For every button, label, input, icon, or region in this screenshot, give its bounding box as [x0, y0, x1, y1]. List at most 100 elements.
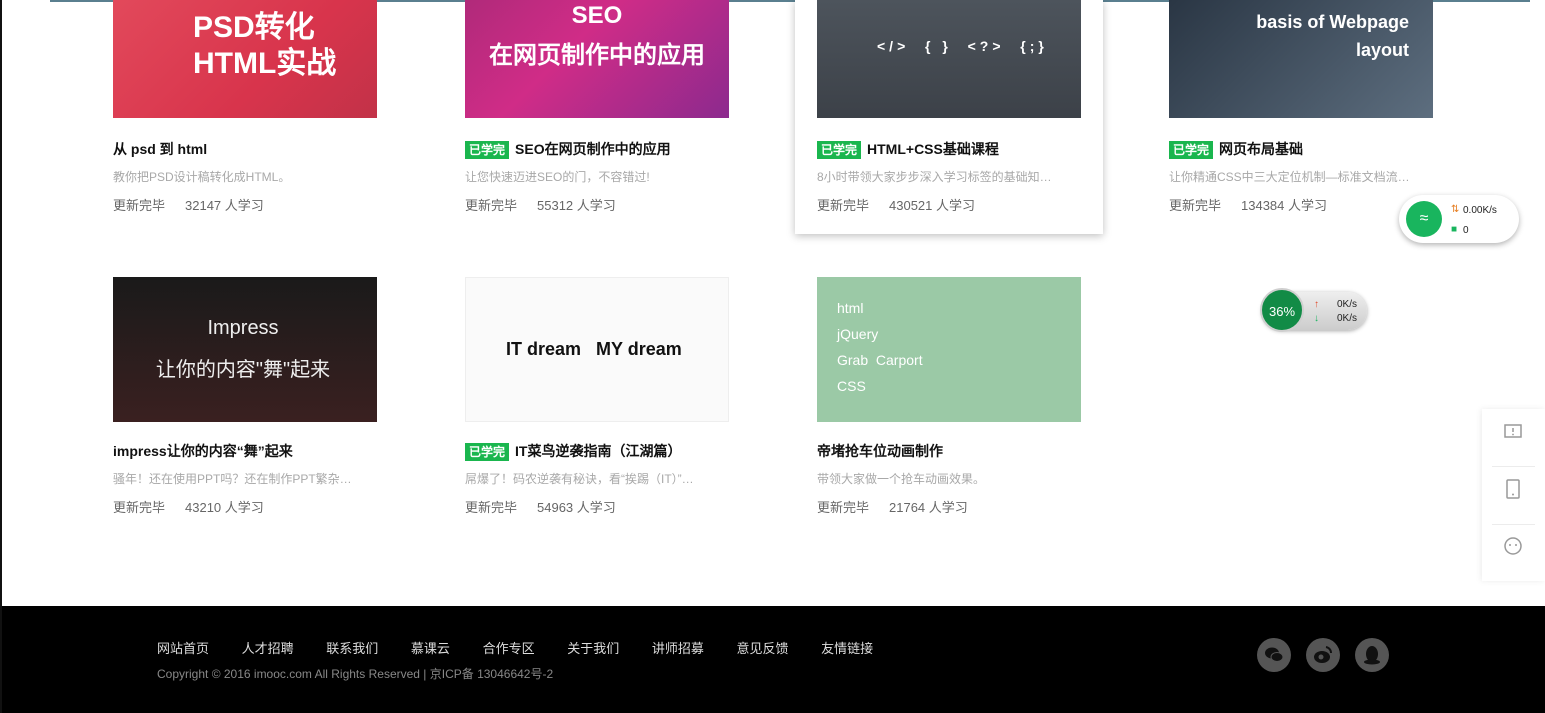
course-title[interactable]: 从 psd 到 html — [113, 140, 377, 158]
course-description: 教你把PSD设计稿转化成HTML。 — [113, 170, 291, 184]
course-title-text[interactable]: SEO在网页制作中的应用 — [515, 141, 671, 157]
course-status: 更新完毕 — [465, 198, 518, 213]
course-learners: 43210 人学习 — [185, 500, 264, 515]
course-status: 更新完毕 — [817, 500, 870, 515]
footer-link-instructors[interactable]: 讲师招募 — [652, 641, 704, 656]
course-thumbnail[interactable]: PSD转化 HTML实战 — [113, 0, 377, 118]
course-meta: 更新完毕 430521 人学习 — [817, 195, 1081, 214]
speed-monitor-widget[interactable]: 36% ↑ 0K/s ↓ 0K/s — [1260, 288, 1367, 332]
footer-links: 网站首页 人才招聘 联系我们 慕课云 合作专区 关于我们 讲师招募 意见反馈 友… — [157, 638, 902, 657]
course-learners: 21764 人学习 — [889, 500, 968, 515]
course-description: 屌爆了！码农逆袭有秘诀，看“挨踢（IT）”… — [465, 472, 694, 486]
course-meta: 更新完毕 55312 人学习 — [465, 195, 729, 214]
course-description: 让您快速迈进SEO的门，不容错过! — [465, 170, 650, 184]
course-status: 更新完毕 — [113, 198, 166, 213]
toolbar-divider — [1492, 524, 1535, 525]
course-description: 骚年！还在使用PPT吗？还在制作PPT繁杂… — [113, 472, 352, 486]
network-count: 0 — [1463, 225, 1469, 236]
page-footer: 网站首页 人才招聘 联系我们 慕课云 合作专区 关于我们 讲师招募 意见反馈 友… — [2, 606, 1545, 713]
course-thumbnail[interactable]: html jQuery Grab Carport CSS — [817, 277, 1081, 422]
footer-link-contact[interactable]: 联系我们 — [326, 641, 378, 656]
thumbnail-text: SEO 在网页制作中的应用 — [489, 2, 705, 69]
completed-badge: 已学完 — [465, 141, 510, 159]
course-meta: 更新完毕 54963 人学习 — [465, 497, 729, 516]
course-thumbnail[interactable]: IT dream MY dream MY DREAM — [465, 277, 729, 422]
footer-link-home[interactable]: 网站首页 — [157, 641, 209, 656]
footer-link-cloud[interactable]: 慕课云 — [411, 641, 450, 656]
course-learners: 430521 人学习 — [889, 198, 976, 213]
course-card[interactable]: basis of Webpage layout 已学完 网页布局基础 让你精通CS… — [1169, 0, 1433, 214]
copyright-text: Copyright © 2016 imooc.com All Rights Re… — [157, 667, 554, 681]
download-speed: 0K/s — [1337, 313, 1358, 324]
course-card[interactable]: PSD转化 HTML实战 从 psd 到 html 教你把PSD设计稿转化成HT… — [113, 0, 377, 214]
course-learners: 54963 人学习 — [537, 500, 616, 515]
course-thumbnail[interactable]: Impress 让你的内容"舞"起来 — [113, 277, 377, 422]
course-status: 更新完毕 — [817, 198, 870, 213]
weibo-icon[interactable] — [1306, 638, 1340, 672]
mobile-icon[interactable] — [1498, 479, 1528, 509]
course-title[interactable]: impress让你的内容“舞”起来 — [113, 442, 377, 460]
course-card[interactable]: IT dream MY dream MY DREAM 已学完 IT菜鸟逆袭指南（江… — [465, 277, 729, 516]
thumbnail-text: basis of Webpage layout — [1256, 12, 1409, 60]
wifi-icon: ≈ — [1406, 201, 1442, 237]
course-card[interactable]: html jQuery Grab Carport CSS 帝堵抢车位动画制作 带… — [817, 277, 1081, 516]
course-card[interactable]: SEO 在网页制作中的应用 已学完 SEO在网页制作中的应用 让您快速迈进SEO的… — [465, 0, 729, 214]
thumbnail-text: html jQuery Grab Carport CSS — [837, 300, 923, 394]
upload-arrow-icon: ↑ — [1314, 299, 1319, 310]
course-meta: 更新完毕 43210 人学习 — [113, 497, 377, 516]
course-meta: 更新完毕 21764 人学习 — [817, 497, 1081, 516]
thumbnail-text: IT dream MY dream MY DREAM — [506, 339, 682, 359]
usage-percent: 36% — [1260, 288, 1304, 332]
feedback-icon[interactable] — [1498, 422, 1528, 452]
right-toolbar — [1482, 409, 1545, 581]
course-title-text[interactable]: impress让你的内容“舞”起来 — [113, 443, 293, 459]
course-title-text[interactable]: 网页布局基础 — [1219, 141, 1303, 157]
course-title[interactable]: 已学完 SEO在网页制作中的应用 — [465, 140, 729, 159]
thumbnail-text: </> { } <?> {;} — [877, 38, 1048, 54]
footer-link-friends[interactable]: 友情链接 — [821, 641, 873, 656]
wechat-icon[interactable] — [1257, 638, 1291, 672]
footer-link-partners[interactable]: 合作专区 — [483, 641, 535, 656]
download-arrow-icon: ↓ — [1314, 313, 1319, 324]
upload-speed: 0K/s — [1337, 299, 1358, 310]
course-title[interactable]: 帝堵抢车位动画制作 — [817, 442, 1081, 460]
course-learners: 134384 人学习 — [1241, 198, 1328, 213]
thumbnail-text: PSD转化 HTML实战 — [193, 11, 337, 80]
course-status: 更新完毕 — [1169, 198, 1222, 213]
course-meta: 更新完毕 32147 人学习 — [113, 195, 377, 214]
course-meta: 更新完毕 134384 人学习 — [1169, 195, 1433, 214]
course-title[interactable]: 已学完 网页布局基础 — [1169, 140, 1433, 159]
toolbar-divider — [1492, 466, 1535, 467]
course-thumbnail[interactable]: </> { } <?> {;} — [817, 0, 1081, 118]
course-title-text[interactable]: IT菜鸟逆袭指南（江湖篇） — [515, 443, 681, 459]
qq-icon[interactable] — [1355, 638, 1389, 672]
network-speed: 0.00K/s — [1463, 205, 1497, 216]
course-thumbnail[interactable]: basis of Webpage layout — [1169, 0, 1433, 118]
course-status: 更新完毕 — [113, 500, 166, 515]
course-learners: 55312 人学习 — [537, 198, 616, 213]
chat-icon[interactable] — [1498, 536, 1528, 566]
course-card-hovered[interactable]: </> { } <?> {;} 已学完 HTML+CSS基础课程 8小时带领大家步… — [795, 0, 1103, 234]
lock-icon: ■ — [1451, 224, 1458, 235]
course-title-text[interactable]: 从 psd 到 html — [113, 141, 207, 157]
footer-link-about[interactable]: 关于我们 — [567, 641, 619, 656]
footer-link-careers[interactable]: 人才招聘 — [242, 641, 294, 656]
course-title[interactable]: 已学完 HTML+CSS基础课程 — [817, 140, 1081, 159]
course-title[interactable]: 已学完 IT菜鸟逆袭指南（江湖篇） — [465, 442, 729, 461]
course-description: 让你精通CSS中三大定位机制—标准文档流… — [1169, 170, 1410, 184]
footer-link-feedback[interactable]: 意见反馈 — [736, 641, 788, 656]
completed-badge: 已学完 — [1169, 141, 1214, 159]
course-learners: 32147 人学习 — [185, 198, 264, 213]
network-monitor-widget[interactable]: ≈ ⇅ 0.00K/s ■ 0 — [1399, 195, 1519, 243]
thumbnail-text: Impress 让你的内容"舞"起来 — [155, 317, 331, 381]
course-title-text[interactable]: HTML+CSS基础课程 — [867, 141, 999, 157]
course-card[interactable]: Impress 让你的内容"舞"起来 impress让你的内容“舞”起来 骚年！… — [113, 277, 377, 516]
course-description: 带领大家做一个抢车动画效果。 — [817, 472, 986, 486]
course-status: 更新完毕 — [465, 500, 518, 515]
completed-badge: 已学完 — [465, 443, 510, 461]
course-thumbnail[interactable]: SEO 在网页制作中的应用 — [465, 0, 729, 118]
transfer-arrows-icon: ⇅ — [1451, 204, 1460, 215]
completed-badge: 已学完 — [817, 141, 862, 159]
course-description: 8小时带领大家步步深入学习标签的基础知… — [817, 170, 1052, 184]
course-title-text[interactable]: 帝堵抢车位动画制作 — [817, 443, 943, 459]
